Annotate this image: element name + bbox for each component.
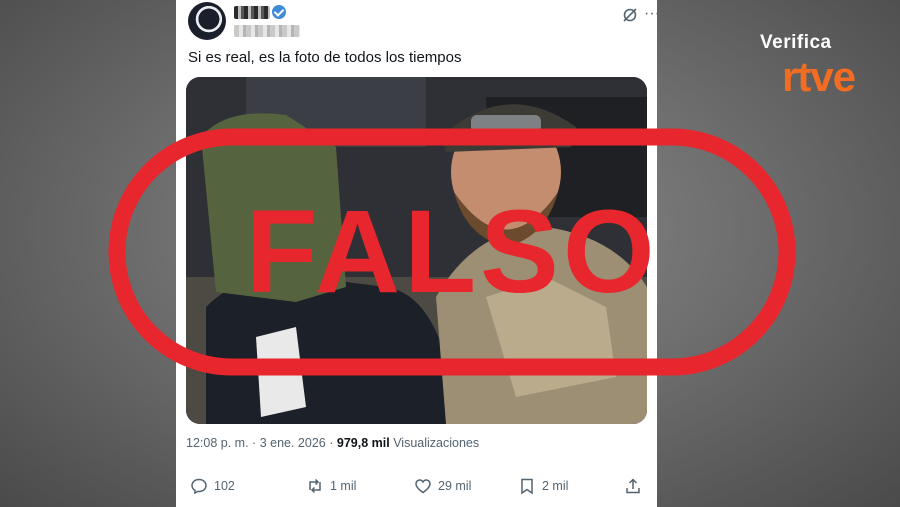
tweet-header: ··· [188, 2, 660, 42]
repost-count: 1 mil [330, 479, 357, 493]
brand-verifica: Verifica [760, 32, 832, 53]
tweet-photo[interactable] [186, 77, 647, 424]
tweet-card: ··· Si es real, es la foto de todos los … [176, 0, 660, 507]
handle-blurred[interactable] [234, 25, 300, 37]
repost-button[interactable]: 1 mil [306, 474, 356, 498]
views-label: Visualizaciones [393, 436, 480, 450]
grok-icon[interactable] [622, 7, 638, 23]
bookmark-button[interactable]: 2 mil [518, 474, 568, 498]
display-name-blurred[interactable] [234, 6, 270, 19]
reply-count: 102 [214, 479, 235, 493]
photo-illustration [186, 77, 647, 424]
rtve-verifica-logo: Verifica rtve [760, 32, 880, 112]
tweet-text: Si es real, es la foto de todos los tiem… [188, 49, 462, 66]
bookmark-count: 2 mil [542, 479, 569, 493]
like-count: 29 mil [438, 479, 472, 493]
bookmark-icon [521, 478, 533, 495]
avatar[interactable] [188, 2, 226, 40]
reply-icon [191, 478, 207, 495]
like-button[interactable]: 29 mil [414, 474, 471, 498]
meta-separator: · [329, 436, 334, 450]
share-icon [626, 478, 640, 494]
tweet-time[interactable]: 12:08 p. m. [186, 436, 249, 450]
share-button[interactable] [624, 474, 642, 498]
repost-icon [309, 478, 321, 494]
tweet-meta: 12:08 p. m. · 3 ene. 2026 · 979,8 mil Vi… [186, 436, 479, 450]
verified-icon [272, 5, 286, 19]
action-bar: 102 1 mil 29 mil 2 mil [186, 474, 647, 498]
reply-button[interactable]: 102 [190, 474, 235, 498]
tweet-date[interactable]: 3 ene. 2026 [260, 436, 326, 450]
meta-separator: · [252, 436, 257, 450]
like-icon [415, 479, 431, 494]
views-count: 979,8 mil [336, 436, 390, 450]
more-icon[interactable]: ··· [644, 6, 660, 22]
brand-rtve: rtve [782, 53, 856, 100]
